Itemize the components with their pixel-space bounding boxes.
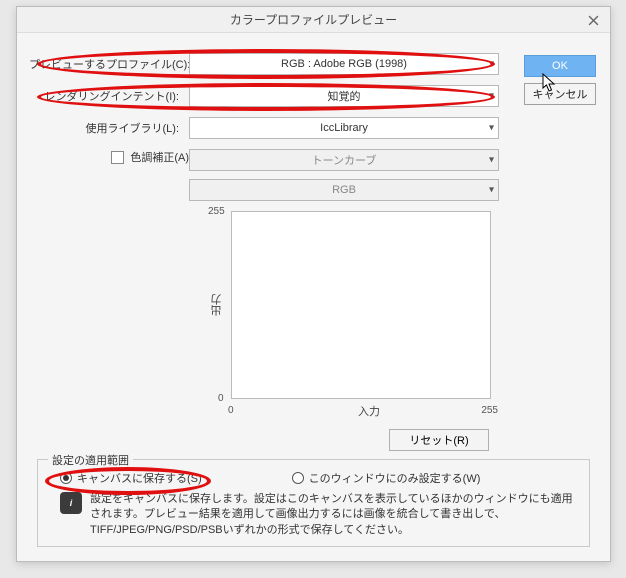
- intent-label: レンダリングインテント(I):: [29, 88, 189, 104]
- ytick-max: 255: [208, 206, 225, 217]
- tone-curve-chart: 出力 255 0 0 255 入力: [209, 211, 509, 419]
- profile-value: RGB : Adobe RGB (1998): [281, 58, 407, 70]
- radio-label-1: キャンバスに保存する(S): [77, 470, 202, 486]
- chart-ylabel: 出力: [209, 294, 225, 316]
- channel-value: RGB: [332, 184, 356, 196]
- xtick-max: 255: [481, 405, 498, 416]
- apply-scope-group: 設定の適用範囲 キャンバスに保存する(S) このウィンドウにのみ設定する(W) …: [37, 459, 590, 547]
- close-button[interactable]: [578, 9, 608, 31]
- radio-icon: [292, 472, 304, 484]
- chevron-down-icon: ▾: [489, 123, 494, 134]
- info-text: 設定をキャンバスに保存します。設定はこのキャンバスを表示しているほかのウィンドウ…: [90, 492, 579, 538]
- reset-button[interactable]: リセット(R): [389, 429, 489, 451]
- radio-save-to-canvas[interactable]: キャンバスに保存する(S): [60, 470, 202, 486]
- library-value: IccLibrary: [320, 122, 368, 134]
- radio-this-window-only[interactable]: このウィンドウにのみ設定する(W): [292, 470, 481, 486]
- tonecurve-combo[interactable]: トーンカーブ ▾: [189, 149, 499, 171]
- chevron-down-icon: ▾: [489, 91, 494, 102]
- tone-correction-checkbox[interactable]: [111, 151, 124, 164]
- group-title: 設定の適用範囲: [48, 452, 133, 468]
- library-combo[interactable]: IccLibrary ▾: [189, 117, 499, 139]
- xtick-min: 0: [228, 405, 234, 416]
- intent-value: 知覚的: [328, 88, 361, 104]
- tonecurve-value: トーンカーブ: [312, 152, 377, 168]
- channel-combo[interactable]: RGB ▾: [189, 179, 499, 201]
- ytick-min: 0: [218, 393, 224, 404]
- chevron-down-icon: ▾: [489, 59, 494, 70]
- chart-xlabel: 入力: [239, 403, 499, 419]
- intent-combo[interactable]: 知覚的 ▾: [189, 85, 499, 107]
- radio-label-2: このウィンドウにのみ設定する(W): [309, 470, 481, 486]
- color-profile-preview-dialog: カラープロファイルプレビュー OK キャンセル プレビューするプロファイル(C)…: [16, 6, 611, 562]
- chevron-down-icon: ▾: [489, 155, 494, 166]
- titlebar: カラープロファイルプレビュー: [17, 7, 610, 33]
- chart-plot-area[interactable]: 255 0 0 255: [231, 211, 491, 399]
- profile-label: プレビューするプロファイル(C):: [29, 56, 189, 72]
- info-icon: i: [60, 492, 82, 514]
- radio-icon-checked: [60, 472, 72, 484]
- tone-correction-label: 色調補正(A): [130, 149, 189, 165]
- library-label: 使用ライブラリ(L):: [29, 120, 189, 136]
- dialog-title: カラープロファイルプレビュー: [230, 11, 397, 28]
- profile-combo[interactable]: RGB : Adobe RGB (1998) ▾: [189, 53, 499, 75]
- chevron-down-icon: ▾: [489, 185, 494, 196]
